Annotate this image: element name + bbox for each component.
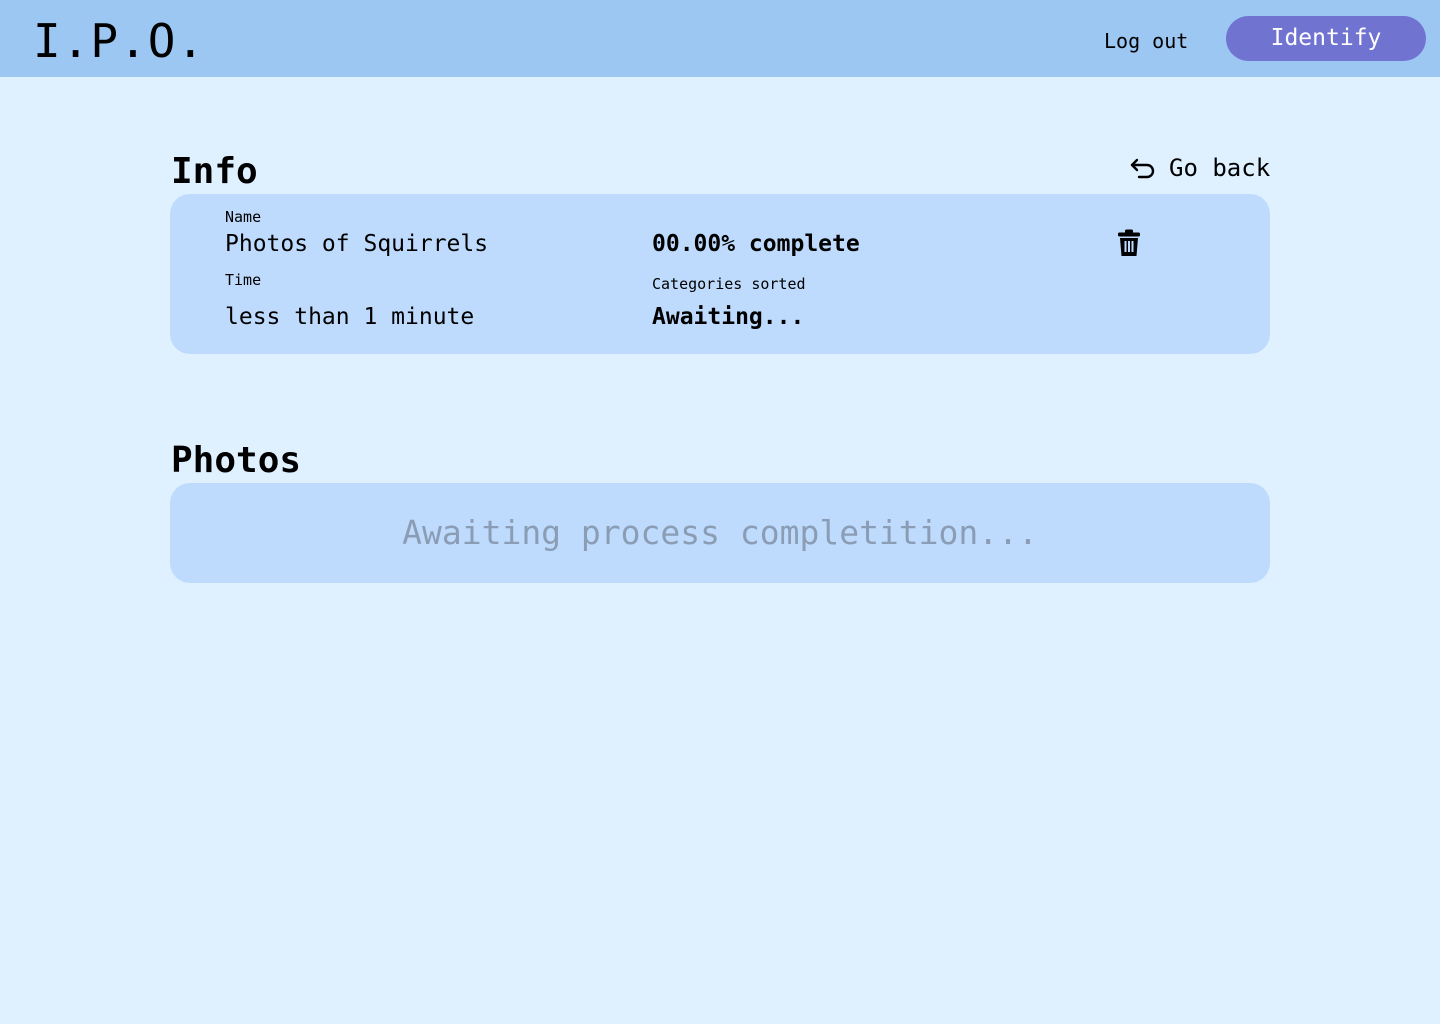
go-back-button[interactable]: Go back: [1129, 153, 1270, 183]
app-logo[interactable]: I.P.O.: [33, 12, 205, 70]
logout-link[interactable]: Log out: [1104, 28, 1188, 54]
categories-value: Awaiting...: [652, 304, 805, 330]
photos-status-text: Awaiting process completition...: [402, 513, 1038, 552]
time-value: less than 1 minute: [225, 304, 475, 330]
go-back-label: Go back: [1169, 154, 1271, 182]
progress-value: 00.00% complete: [652, 231, 860, 257]
undo-arrow-icon: [1129, 156, 1157, 180]
identify-button[interactable]: Identify: [1226, 16, 1426, 61]
name-label: Name: [225, 208, 262, 226]
photos-card: Awaiting process completition...: [170, 483, 1270, 583]
photos-section-title: Photos: [171, 440, 302, 481]
top-header: I.P.O. Log out Identify: [0, 0, 1440, 77]
categories-label: Categories sorted: [652, 275, 806, 293]
trash-icon[interactable]: [1117, 229, 1141, 257]
name-value: Photos of Squirrels: [225, 231, 489, 257]
time-label: Time: [225, 271, 262, 289]
info-section-title: Info: [171, 151, 258, 192]
info-card: Name Photos of Squirrels Time less than …: [170, 194, 1270, 354]
